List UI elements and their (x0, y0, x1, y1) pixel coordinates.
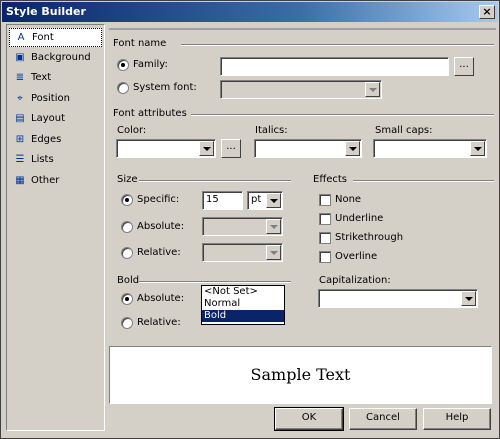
bold-heading: Bold (117, 275, 140, 286)
chevron-down-icon (345, 141, 360, 156)
window-title: Style Builder (6, 5, 86, 18)
sidebar-item-label: Layout (31, 113, 65, 124)
background-icon: ▣ (15, 51, 25, 63)
bold-relative-label: Relative: (137, 317, 181, 328)
small-caps-select[interactable] (373, 139, 487, 158)
edges-icon: ⊞ (15, 133, 25, 145)
other-icon: ▦ (15, 174, 25, 186)
sidebar-item-label: Lists (31, 154, 54, 165)
color-label: Color: (117, 125, 147, 136)
sidebar-item-label: Text (31, 72, 52, 83)
ok-button[interactable]: OK (274, 407, 344, 431)
italics-label: Italics: (255, 125, 288, 136)
font-icon: A (17, 31, 25, 43)
text-icon: ≣ (15, 71, 25, 83)
capitalization-select[interactable] (318, 289, 478, 308)
help-button[interactable]: Help (423, 408, 491, 430)
sidebar-item-edges[interactable]: ⊞ Edges (9, 130, 102, 149)
bold-divider (139, 281, 291, 283)
lists-icon: ☰ (15, 153, 25, 165)
system-font-label: System font: (133, 82, 197, 93)
sample-text: Sample Text (250, 365, 351, 384)
dropdown-option-not-set[interactable]: <Not Set> (202, 286, 284, 298)
effect-underline-checkbox[interactable] (319, 213, 331, 225)
effect-overline-checkbox[interactable] (319, 251, 331, 263)
size-divider (139, 180, 291, 182)
family-input[interactable] (220, 57, 449, 76)
small-caps-label: Small caps: (375, 125, 433, 136)
chevron-down-icon (461, 291, 476, 306)
close-button[interactable]: × (479, 5, 495, 19)
preview-area: Sample Text (109, 346, 492, 404)
bold-absolute-label: Absolute: (137, 293, 185, 304)
sidebar-item-label: Other (31, 175, 60, 186)
italics-select[interactable] (254, 139, 362, 158)
title-bar: Style Builder × (2, 2, 498, 22)
size-relative-radio[interactable] (121, 247, 133, 259)
family-browse-button[interactable]: ... (454, 57, 474, 76)
size-relative-select[interactable] (202, 243, 283, 262)
size-absolute-select[interactable] (202, 217, 283, 236)
bold-relative-radio[interactable] (121, 317, 133, 329)
capitalization-label: Capitalization: (319, 275, 391, 286)
size-relative-label: Relative: (137, 247, 181, 258)
close-icon: × (482, 5, 492, 18)
font-attributes-divider (191, 114, 494, 116)
sidebar-item-label: Background (31, 52, 91, 63)
sidebar-item-label: Position (31, 93, 70, 104)
effect-strikethrough-label: Strikethrough (335, 232, 404, 243)
style-builder-window: Style Builder × A Font ▣ Background ≣ Te… (0, 0, 500, 439)
sidebar-item-text[interactable]: ≣ Text (9, 68, 102, 87)
chevron-down-icon (266, 245, 281, 260)
layout-icon: ▤ (15, 112, 25, 124)
effect-underline-label: Underline (335, 213, 384, 224)
sidebar-item-label: Font (32, 32, 54, 43)
font-attributes-heading: Font attributes (113, 108, 187, 119)
sidebar-item-font[interactable]: A Font (9, 28, 102, 47)
size-heading: Size (117, 174, 138, 185)
family-radio[interactable] (117, 59, 129, 71)
family-label: Family: (133, 59, 168, 70)
sidebar-item-label: Edges (31, 134, 62, 145)
effect-none-label: None (335, 194, 362, 205)
dropdown-option-normal[interactable]: Normal (202, 298, 284, 310)
color-picker-button[interactable]: ... (221, 139, 241, 158)
sidebar-item-other[interactable]: ▦ Other (9, 171, 102, 190)
bold-dropdown-list: <Not Set> Normal Bold (201, 285, 285, 325)
effect-none-checkbox[interactable] (319, 194, 331, 206)
system-font-select[interactable] (220, 80, 382, 99)
size-specific-radio[interactable] (121, 194, 133, 206)
size-unit-value: pt (251, 194, 262, 205)
system-font-radio[interactable] (117, 82, 129, 94)
cancel-button[interactable]: Cancel (349, 408, 417, 430)
size-absolute-radio[interactable] (121, 221, 133, 233)
category-sidebar: A Font ▣ Background ≣ Text ⌖ Position ▤ … (6, 24, 105, 431)
chevron-down-icon (365, 82, 380, 97)
chevron-down-icon (199, 141, 214, 156)
size-specific-label: Specific: (137, 194, 180, 205)
color-select[interactable] (116, 139, 216, 158)
font-name-divider (181, 44, 494, 46)
chevron-down-icon (266, 193, 281, 208)
effects-heading: Effects (313, 174, 347, 185)
size-unit-select[interactable]: pt (247, 191, 283, 210)
chevron-down-icon (266, 219, 281, 234)
sidebar-item-layout[interactable]: ▤ Layout (9, 109, 102, 128)
size-absolute-label: Absolute: (137, 221, 185, 232)
font-name-heading: Font name (113, 38, 167, 49)
sidebar-item-background[interactable]: ▣ Background (9, 48, 102, 67)
effect-strikethrough-checkbox[interactable] (319, 232, 331, 244)
chevron-down-icon (470, 141, 485, 156)
sidebar-item-lists[interactable]: ☰ Lists (9, 150, 102, 169)
panel-top-divider (109, 28, 496, 30)
dropdown-option-bold[interactable]: Bold (202, 310, 284, 322)
effects-divider (353, 180, 494, 182)
sidebar-item-position[interactable]: ⌖ Position (9, 89, 102, 108)
position-icon: ⌖ (17, 92, 23, 104)
size-specific-input[interactable]: 15 (202, 191, 243, 210)
font-panel: Font name Family: ... System font: Font … (109, 24, 496, 342)
bold-absolute-radio[interactable] (121, 293, 133, 305)
effect-overline-label: Overline (335, 251, 378, 262)
